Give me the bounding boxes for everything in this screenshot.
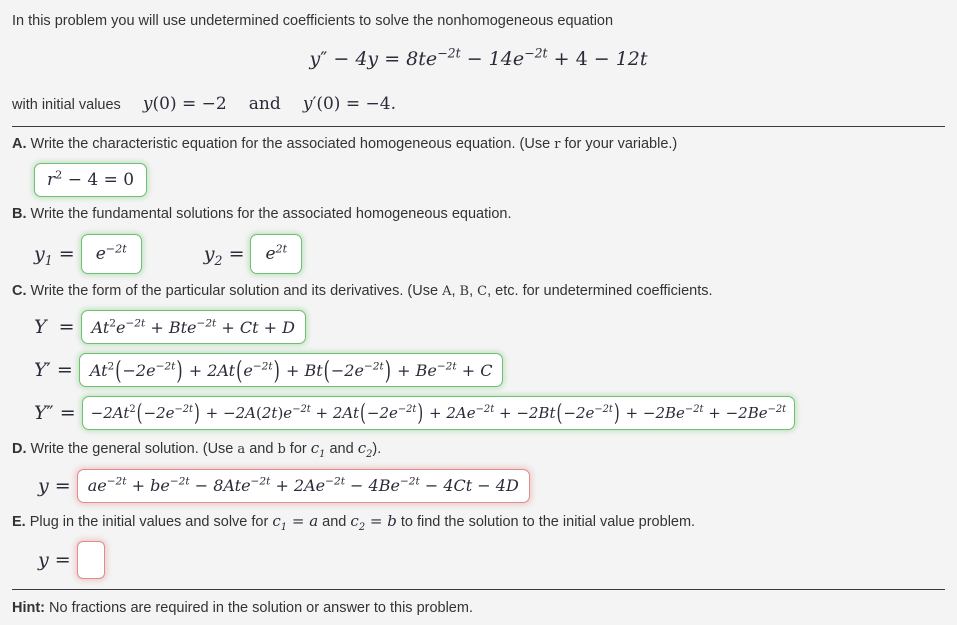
part-c-coeff-c: C (477, 283, 488, 299)
initial-values-line: with initial values y(0) = −2 and y′(0) … (12, 93, 945, 116)
part-a-prompt: A. Write the characteristic equation for… (12, 135, 945, 155)
general-solution-label: y = (38, 474, 71, 497)
part-c-text-tail: etc. for undetermined coefficients. (495, 282, 713, 299)
fundamental-solution-1-value: e−2t (95, 241, 127, 264)
particular-solution-Ypp-input[interactable]: −2At2(−2e−2t) + −2A(2t)e−2t + 2At(−2e−2t… (81, 396, 796, 431)
part-d-and-2: and (329, 441, 354, 458)
fundamental-solution-2-value: e2t (265, 241, 288, 264)
initial-values-label: with initial values (12, 96, 121, 113)
part-c-Ypp-row: Y″ = −2At2(−2e−2t) + −2A(2t)e−2t + 2At(−… (12, 396, 945, 431)
part-e-text-2: to find the solution to the initial valu… (400, 513, 696, 530)
part-b-answer-row: y1 = e−2t y2 = e2t (12, 233, 945, 274)
initial-value-y0: y(0) = −2 (142, 93, 227, 114)
particular-solution-Yp-input[interactable]: At2(−2e−2t) + 2At(e−2t) + Bt(−2e−2t) + B… (78, 353, 504, 388)
hint-label: Hint: (12, 600, 46, 617)
part-d-label: D. (12, 441, 27, 458)
particular-solution-Y-input[interactable]: At2e−2t + Bte−2t + Ct + D (80, 310, 306, 345)
part-e-text-1: Plug in the initial values and solve for (29, 513, 269, 530)
general-solution-input[interactable]: ae−2t + be−2t − 8Ate−2t + 2Ae−2t − 4Be−2… (76, 468, 530, 503)
part-d-text-mid: for (289, 441, 307, 458)
y2-label: y2 = (203, 242, 245, 268)
part-e-and: and (322, 513, 347, 530)
part-e-label: E. (12, 513, 26, 530)
part-a-text-tail: for your variable.) (564, 135, 678, 152)
particular-solution-Yp-value: At2(−2e−2t) + 2At(e−2t) + Bt(−2e−2t) + B… (89, 355, 493, 385)
part-e-c1-eq: c1 = a (272, 511, 319, 533)
part-c-comma-2: , (469, 282, 474, 299)
part-d-and: and (249, 441, 274, 458)
Ypp-label: Y″ = (34, 402, 76, 425)
ivp-solution-input[interactable] (76, 541, 105, 580)
part-b-prompt: B. Write the fundamental solutions for t… (12, 205, 945, 225)
initial-value-yp0: y′(0) = −4. (302, 93, 396, 114)
part-c-coeff-b: B (459, 283, 470, 299)
part-d-c2: c2 (357, 439, 373, 461)
particular-solution-Y-value: At2e−2t + Bte−2t + Ct + D (91, 317, 295, 337)
part-c-prompt: C. Write the form of the particular solu… (12, 282, 945, 302)
part-b-label: B. (12, 206, 27, 223)
part-d-text-tail: ). (372, 441, 382, 458)
y1-label: y1 = (34, 242, 75, 268)
part-c-comma-3: , (487, 282, 492, 299)
general-solution-value: ae−2t + be−2t − 8Ate−2t + 2Ae−2t − 4Be−2… (87, 475, 519, 496)
part-a-answer-row: r2 − 4 = 0 (12, 163, 945, 198)
divider-bottom (12, 589, 945, 591)
part-d-answer-row: y = ae−2t + be−2t − 8Ate−2t + 2Ae−2t − 4… (12, 468, 945, 503)
hint-line: Hint: No fractions are required in the s… (12, 599, 945, 619)
ivp-solution-label: y = (38, 549, 71, 572)
part-c-text: Write the form of the particular solutio… (30, 282, 439, 299)
part-a-text: Write the characteristic equation for th… (30, 135, 551, 152)
Yp-label: Y′ = (34, 359, 73, 382)
part-d-var-b: b (277, 442, 286, 458)
part-a-variable: r (554, 136, 561, 152)
part-c-Yp-row: Y′ = At2(−2e−2t) + 2At(e−2t) + Bt(−2e−2t… (12, 353, 945, 388)
fundamental-solution-2-input[interactable]: e2t (250, 233, 303, 274)
part-e-answer-row: y = (12, 541, 945, 580)
divider-top (12, 125, 945, 127)
part-c-Y-row: Y = At2e−2t + Bte−2t + Ct + D (12, 310, 945, 345)
part-e-c2-eq: c2 = b (350, 511, 397, 533)
characteristic-equation-input[interactable]: r2 − 4 = 0 (34, 163, 148, 198)
intro-text: In this problem you will use undetermine… (12, 13, 614, 29)
fundamental-solution-1-input[interactable]: e−2t (80, 233, 142, 274)
part-e-prompt: E. Plug in the initial values and solve … (12, 511, 945, 533)
problem-page: In this problem you will use undetermine… (0, 0, 957, 625)
main-equation: y″ − 4y = 8te−2t − 14e−2t + 4 − 12t (12, 45, 945, 71)
initial-values-and: and (248, 93, 281, 114)
hint-text: No fractions are required in the solutio… (49, 600, 473, 617)
part-d-text: Write the general solution. (Use (30, 441, 234, 458)
part-a-label: A. (12, 135, 27, 152)
particular-solution-Ypp-value: −2At2(−2e−2t) + −2A(2t)e−2t + 2At(−2e−2t… (90, 399, 787, 428)
part-c-comma-1: , (451, 282, 456, 299)
Y-label: Y = (34, 316, 75, 339)
characteristic-equation-value: r2 − 4 = 0 (47, 168, 135, 191)
part-d-prompt: D. Write the general solution. (Use a an… (12, 438, 945, 460)
part-b-text: Write the fundamental solutions for the … (30, 206, 512, 223)
part-d-c1: c1 (310, 439, 326, 461)
part-c-label: C. (12, 282, 27, 299)
main-equation-expression: y″ − 4y = 8te−2t − 14e−2t + 4 − 12t (309, 45, 648, 70)
part-d-var-a: a (237, 442, 246, 458)
